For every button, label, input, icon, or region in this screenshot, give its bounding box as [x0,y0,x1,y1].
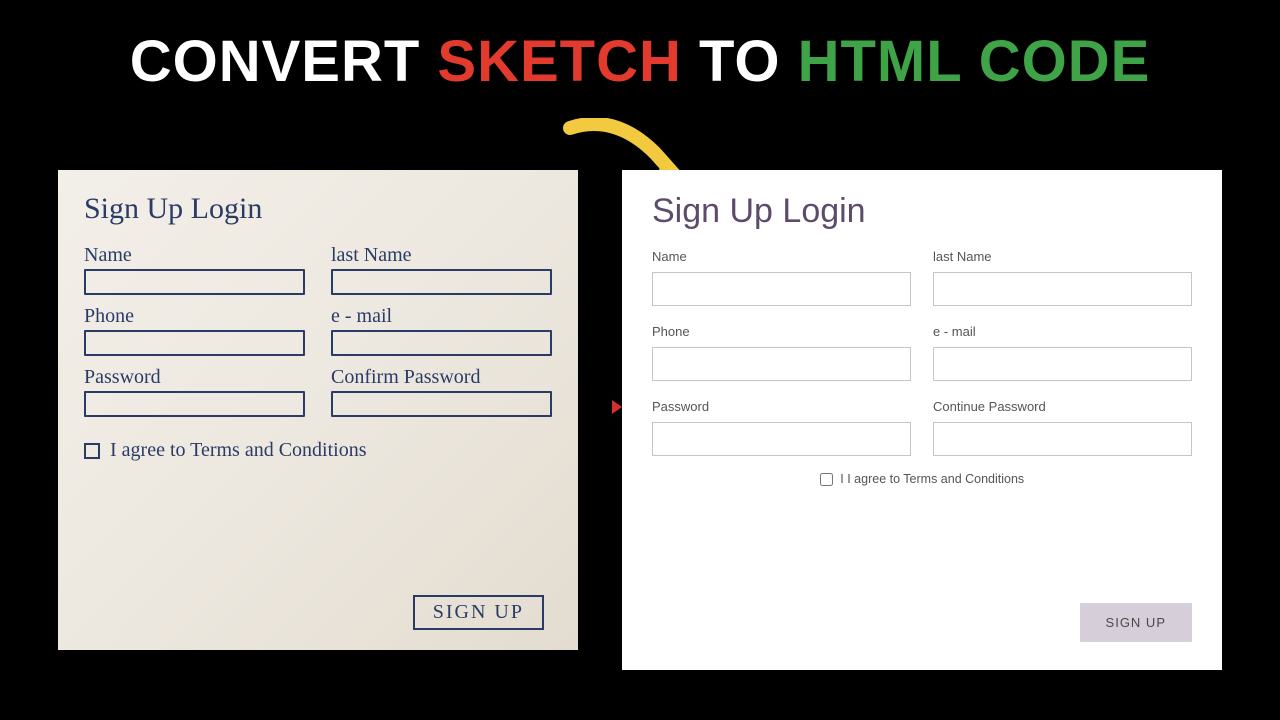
email-input[interactable] [933,347,1192,381]
sketch-input-phone [84,330,305,356]
confirm-password-input[interactable] [933,422,1192,456]
headline-word-sketch: SKETCH [437,29,681,94]
sketch-input-confirm [331,391,552,417]
rendered-field-email: e - mail [933,324,1192,391]
headline-word-convert: CONVERT [130,29,421,94]
rendered-label-confirm: Continue Password [933,399,1192,414]
rendered-label-lastname: last Name [933,249,1192,264]
rendered-label-password: Password [652,399,911,414]
sketch-label-name: Name [84,244,305,267]
sketch-field-phone: Phone [84,305,305,356]
rendered-terms-text: I I agree to Terms and Conditions [840,472,1024,486]
rendered-panel: Sign Up Login Name last Name Phone e - m… [622,170,1222,670]
caret-icon [612,400,622,414]
rendered-title: Sign Up Login [652,192,1192,231]
sketch-signup-button: SIGN UP [413,595,544,630]
headline-word-html: HTML CODE [798,29,1151,94]
sketch-label-phone: Phone [84,305,305,328]
rendered-terms-row: I I agree to Terms and Conditions [652,472,1192,486]
sketch-terms-row: I agree to Terms and Conditions [84,439,552,462]
rendered-field-confirm: Continue Password [933,399,1192,466]
sketch-label-email: e - mail [331,305,552,328]
sketch-field-lastname: last Name [331,244,552,295]
rendered-field-lastname: last Name [933,249,1192,316]
phone-input[interactable] [652,347,911,381]
rendered-label-email: e - mail [933,324,1192,339]
sketch-label-password: Password [84,366,305,389]
sketch-panel: Sign Up Login Name last Name Phone e - m… [58,170,578,650]
terms-checkbox[interactable] [820,473,833,486]
rendered-label-phone: Phone [652,324,911,339]
sketch-terms-text: I agree to Terms and Conditions [110,439,367,462]
sketch-field-confirm: Confirm Password [331,366,552,417]
rendered-field-phone: Phone [652,324,911,391]
rendered-field-name: Name [652,249,911,316]
rendered-field-password: Password [652,399,911,466]
sketch-input-lastname [331,269,552,295]
sketch-title: Sign Up Login [84,192,552,226]
sketch-label-lastname: last Name [331,244,552,267]
sketch-input-email [331,330,552,356]
sketch-label-confirm: Confirm Password [331,366,552,389]
lastname-input[interactable] [933,272,1192,306]
rendered-label-name: Name [652,249,911,264]
headline: CONVERT SKETCH TO HTML CODE [0,0,1280,95]
sketch-field-password: Password [84,366,305,417]
sketch-checkbox-icon [84,443,100,459]
password-input[interactable] [652,422,911,456]
headline-word-to: TO [699,29,781,94]
sketch-field-email: e - mail [331,305,552,356]
sketch-field-name: Name [84,244,305,295]
sketch-input-password [84,391,305,417]
sketch-input-name [84,269,305,295]
signup-button[interactable]: SIGN UP [1080,603,1192,642]
name-input[interactable] [652,272,911,306]
